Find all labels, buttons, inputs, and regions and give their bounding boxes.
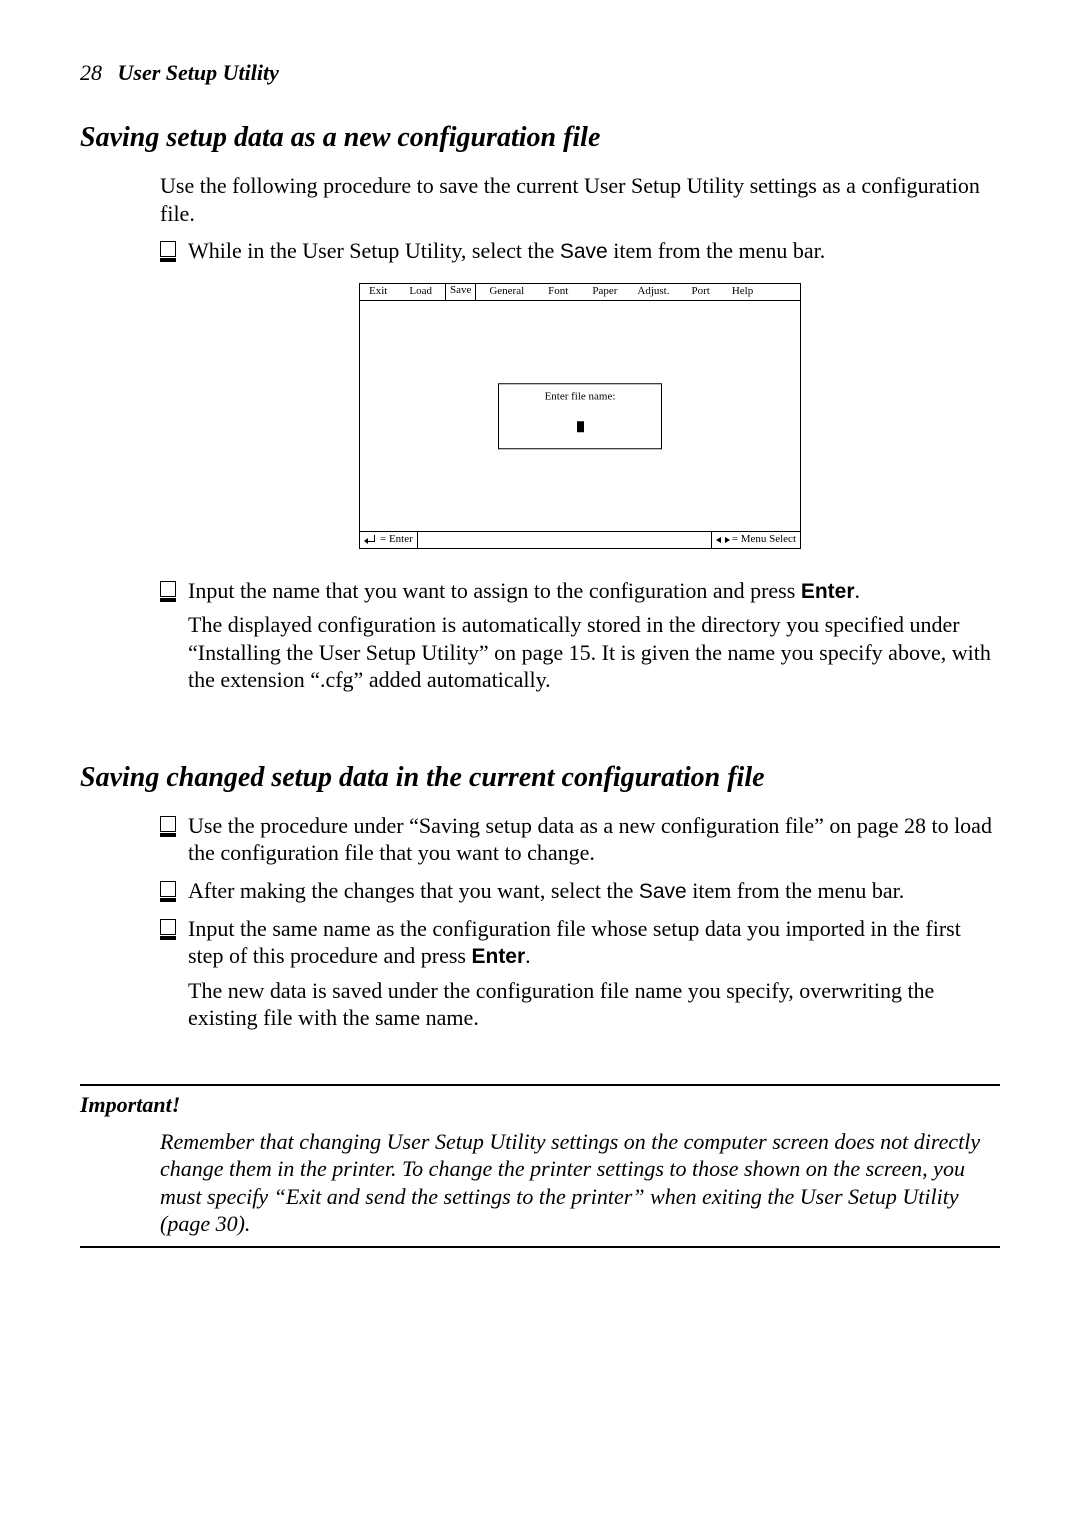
bullet-text: After making the changes that you want, … [188,877,1000,905]
divider [80,1084,1000,1086]
text-cursor-icon[interactable] [577,421,584,432]
page-number: 28 [80,60,102,85]
menu-adjust[interactable]: Adjust. [632,284,674,300]
follow-para: The displayed configuration is automatic… [188,611,1000,694]
follow-para: The new data is saved under the configur… [188,977,1000,1032]
menu-exit[interactable]: Exit [364,284,392,300]
filename-popup: Enter file name: [498,383,662,449]
text: Input the name that you want to assign t… [188,578,801,603]
menu-load[interactable]: Load [404,284,437,300]
text: . [855,578,861,603]
menu-help[interactable]: Help [727,284,758,300]
section2-body: Use the procedure under “Saving setup da… [160,812,1000,1042]
text: item from the menu bar. [687,878,905,903]
section-heading-save-current: Saving changed setup data in the current… [80,762,1000,794]
text: While in the User Setup Utility, select … [188,238,560,263]
enter-keyword: Enter [471,945,525,968]
checkbox-bullet-icon [160,581,178,599]
bullet-same-name: Input the same name as the configuration… [160,915,1000,1042]
status-enter: = Enter [360,532,418,548]
bullet-select-save: While in the User Setup Utility, select … [160,237,1000,265]
checkbox-bullet-icon [160,241,178,259]
menu-font[interactable]: Font [543,284,573,300]
arrow-left-icon [716,537,721,543]
bullet-input-name: Input the name that you want to assign t… [160,577,1000,704]
bullet-after-changes: After making the changes that you want, … [160,877,1000,905]
checkbox-bullet-icon [160,919,178,937]
menu-port[interactable]: Port [686,284,714,300]
checkbox-bullet-icon [160,881,178,899]
text: . [525,943,531,968]
bullet-text: Use the procedure under “Saving setup da… [188,812,1000,867]
menu-save[interactable]: Save [445,283,476,301]
filename-label: Enter file name: [505,390,655,404]
text: After making the changes that you want, … [188,878,639,903]
dialog-body: Enter file name: [360,301,800,531]
status-menu-text: = Menu Select [732,533,796,547]
section1-body: Use the following procedure to save the … [160,172,1000,704]
section1-intro: Use the following procedure to save the … [160,172,1000,227]
bullet-text: Input the same name as the configuration… [188,915,1000,1042]
save-dialog: Exit Load Save General Font Paper Adjust… [359,283,801,549]
enter-keyword: Enter [801,580,855,603]
status-menu-select: = Menu Select [711,532,800,548]
text: item from the menu bar. [608,238,826,263]
dialog-statusbar: = Enter = Menu Select [360,531,800,548]
divider [80,1246,1000,1248]
menu-general[interactable]: General [484,284,529,300]
bullet-text: While in the User Setup Utility, select … [188,237,1000,265]
checkbox-bullet-icon [160,816,178,834]
enter-key-icon [364,535,378,545]
status-enter-text: = Enter [380,533,413,547]
text: Input the same name as the configuration… [188,916,961,969]
bullet-use-procedure: Use the procedure under “Saving setup da… [160,812,1000,867]
page-header-title: User Setup Utility [118,60,279,85]
arrow-right-icon [725,537,730,543]
running-header: 28 User Setup Utility [80,60,1000,86]
page: 28 User Setup Utility Saving setup data … [0,0,1080,1328]
section-heading-save-new: Saving setup data as a new configuration… [80,122,1000,154]
dialog-menubar: Exit Load Save General Font Paper Adjust… [360,284,800,301]
important-body: Remember that changing User Setup Utilit… [160,1128,1000,1238]
bullet-text: Input the name that you want to assign t… [188,577,1000,704]
important-label: Important! [80,1092,1000,1118]
menu-paper[interactable]: Paper [587,284,622,300]
save-keyword: Save [639,880,687,903]
save-dialog-figure: Exit Load Save General Font Paper Adjust… [160,283,1000,549]
save-keyword: Save [560,240,608,263]
